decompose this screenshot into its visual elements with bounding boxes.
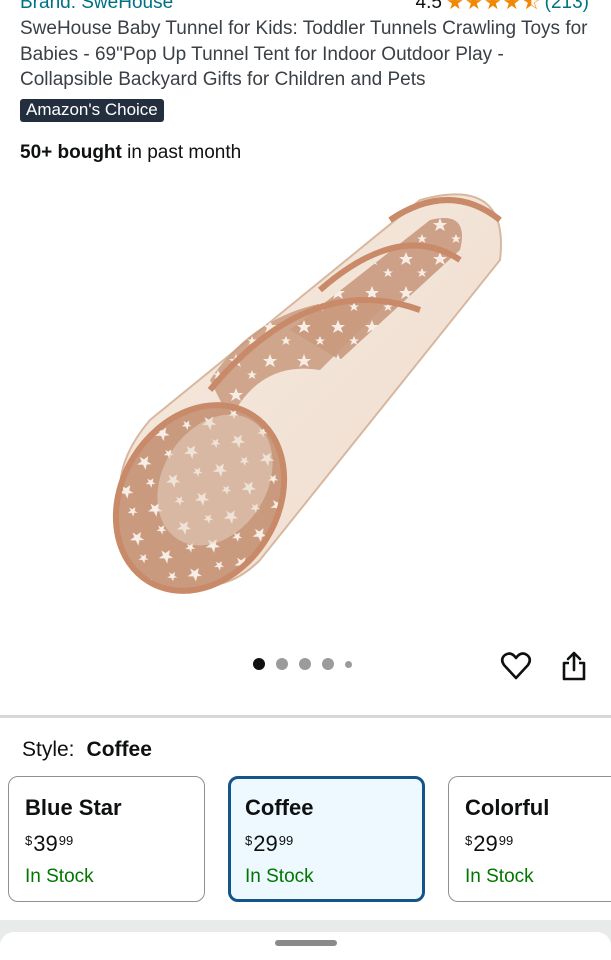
price-whole: 29 (473, 831, 498, 856)
stock-status: In Stock (25, 866, 94, 887)
bought-count-rest: in past month (121, 142, 242, 163)
style-option-coffee[interactable]: Coffee $29 99 In Stock (228, 776, 425, 902)
price-cents: 99 (498, 833, 514, 848)
price-currency: $ (245, 833, 253, 848)
carousel-dot-active[interactable] (253, 658, 265, 670)
tunnel-body (112, 193, 502, 594)
product-image[interactable] (90, 180, 530, 620)
option-price: $29 99 (465, 831, 611, 857)
star-rating-icon: ★ ★ ★ ★ ⯪ (446, 0, 541, 13)
option-name: Colorful (465, 795, 550, 820)
price-cents: 99 (278, 833, 294, 848)
rating-count[interactable]: (213) (545, 0, 589, 14)
product-title: SweHouse Baby Tunnel for Kids: Toddler T… (20, 18, 588, 90)
bought-count: 50+ bought in past month (20, 142, 241, 164)
brand-link[interactable]: Brand: SweHouse (20, 0, 173, 14)
style-label: Style: (22, 738, 75, 761)
amazons-choice-badge[interactable]: Amazon's Choice (20, 99, 164, 122)
option-price: $39 99 (25, 831, 204, 857)
style-selected-value: Coffee (86, 738, 152, 761)
rating-value: 4.5 (415, 0, 442, 13)
image-carousel-dots[interactable] (253, 658, 352, 670)
sheet-drag-handle[interactable] (275, 940, 337, 946)
price-currency: $ (465, 833, 473, 848)
top-row: Brand: SweHouse 4.5 ★ ★ ★ ★ ⯪ (213) (20, 0, 589, 14)
carousel-dot[interactable] (276, 658, 288, 670)
option-name: Coffee (245, 795, 314, 820)
price-whole: 39 (33, 831, 58, 856)
bought-count-bold: 50+ bought (20, 142, 122, 163)
style-selector-label: Style: Coffee (22, 738, 152, 762)
star-icon: ★ (445, 0, 464, 14)
star-icon: ★ (502, 0, 521, 14)
star-icon: ★ (464, 0, 483, 14)
carousel-dot[interactable] (345, 660, 352, 668)
stock-status: In Stock (465, 866, 534, 887)
carousel-dot[interactable] (322, 658, 334, 670)
share-icon (562, 651, 586, 681)
share-button[interactable] (558, 650, 590, 682)
bottom-sheet[interactable] (0, 932, 611, 960)
section-divider (0, 715, 611, 718)
style-option-blue-star[interactable]: Blue Star $39 99 In Stock (8, 776, 205, 902)
star-icon: ★ (483, 0, 502, 14)
option-name: Blue Star (25, 795, 122, 820)
price-cents: 99 (58, 833, 74, 848)
rating-summary[interactable]: 4.5 ★ ★ ★ ★ ⯪ (213) (416, 0, 589, 14)
stock-status: In Stock (245, 866, 314, 887)
favorite-button[interactable] (500, 650, 532, 682)
half-star-icon: ⯪ (521, 0, 541, 14)
option-price: $29 99 (245, 831, 422, 857)
price-whole: 29 (253, 831, 278, 856)
carousel-dot[interactable] (299, 658, 311, 670)
style-option-colorful[interactable]: Colorful $29 99 In Stock (448, 776, 611, 902)
heart-icon (500, 652, 532, 680)
price-currency: $ (25, 833, 33, 848)
